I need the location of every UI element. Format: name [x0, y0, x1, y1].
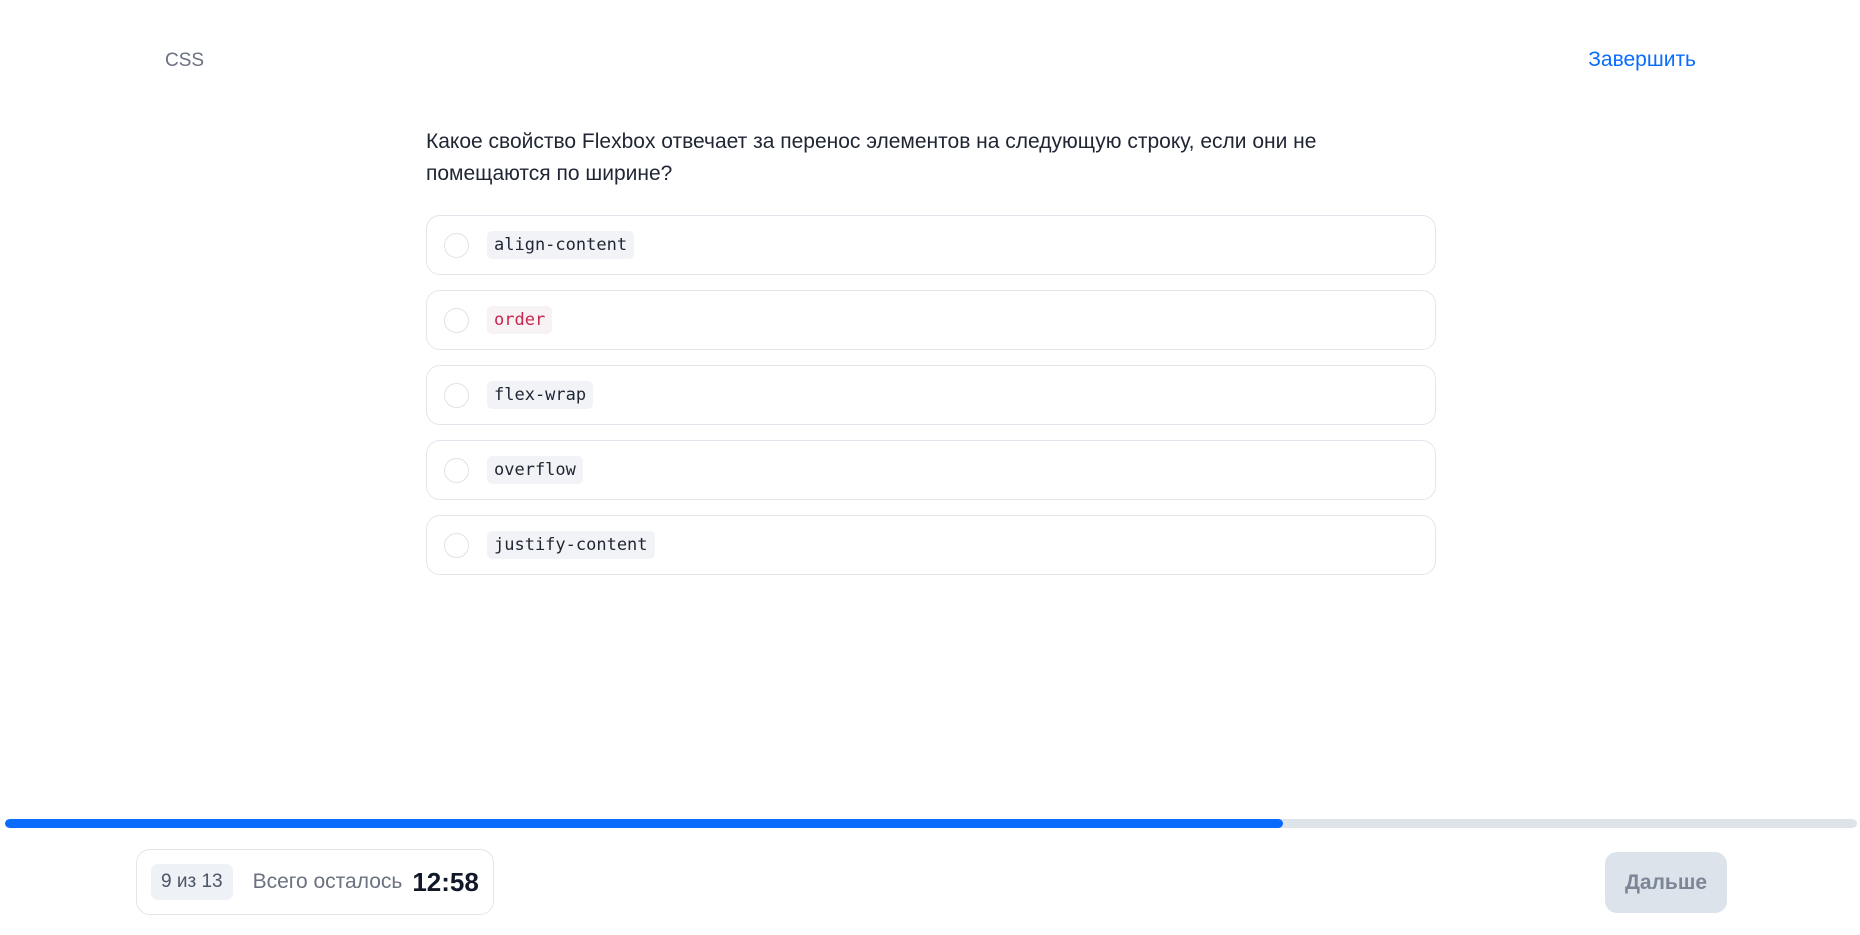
answer-option-label: align-content [487, 231, 635, 259]
finish-link[interactable]: Завершить [1588, 48, 1696, 72]
timer: 12:58 [412, 866, 479, 897]
radio-button[interactable] [444, 532, 469, 558]
radio-button[interactable] [444, 232, 469, 258]
radio-button[interactable] [444, 457, 469, 483]
answer-option[interactable]: align-content [426, 215, 1436, 275]
answer-option-label: flex-wrap [487, 381, 594, 409]
time-remaining-label: Всего осталось [252, 870, 403, 893]
answer-option-label: order [487, 306, 553, 334]
topic-label: CSS [165, 50, 205, 71]
radio-button[interactable] [444, 307, 469, 333]
radio-button[interactable] [444, 382, 469, 408]
question-text: Какое свойство Flexbox отвечает за перен… [426, 130, 1317, 185]
progress-bar [5, 819, 1857, 828]
answer-option-label: overflow [487, 456, 583, 484]
answer-option[interactable]: justify-content [426, 515, 1436, 575]
answer-option[interactable]: overflow [426, 440, 1436, 500]
next-button[interactable]: Дальше [1605, 852, 1727, 913]
question-block: Какое свойство Flexbox отвечает за перен… [426, 126, 1436, 575]
status-panel: 9 из 13 Всего осталось 12:58 [136, 849, 494, 915]
answer-option-label: justify-content [487, 531, 655, 559]
answer-options: align-content order flex-wrap overflow j… [426, 215, 1436, 575]
progress-bar-fill [5, 819, 1283, 828]
quiz-page: CSS Завершить Какое свойство Flexbox отв… [0, 0, 1860, 935]
answer-option[interactable]: order [426, 290, 1436, 350]
answer-option[interactable]: flex-wrap [426, 365, 1436, 425]
question-counter-badge: 9 из 13 [151, 864, 233, 900]
